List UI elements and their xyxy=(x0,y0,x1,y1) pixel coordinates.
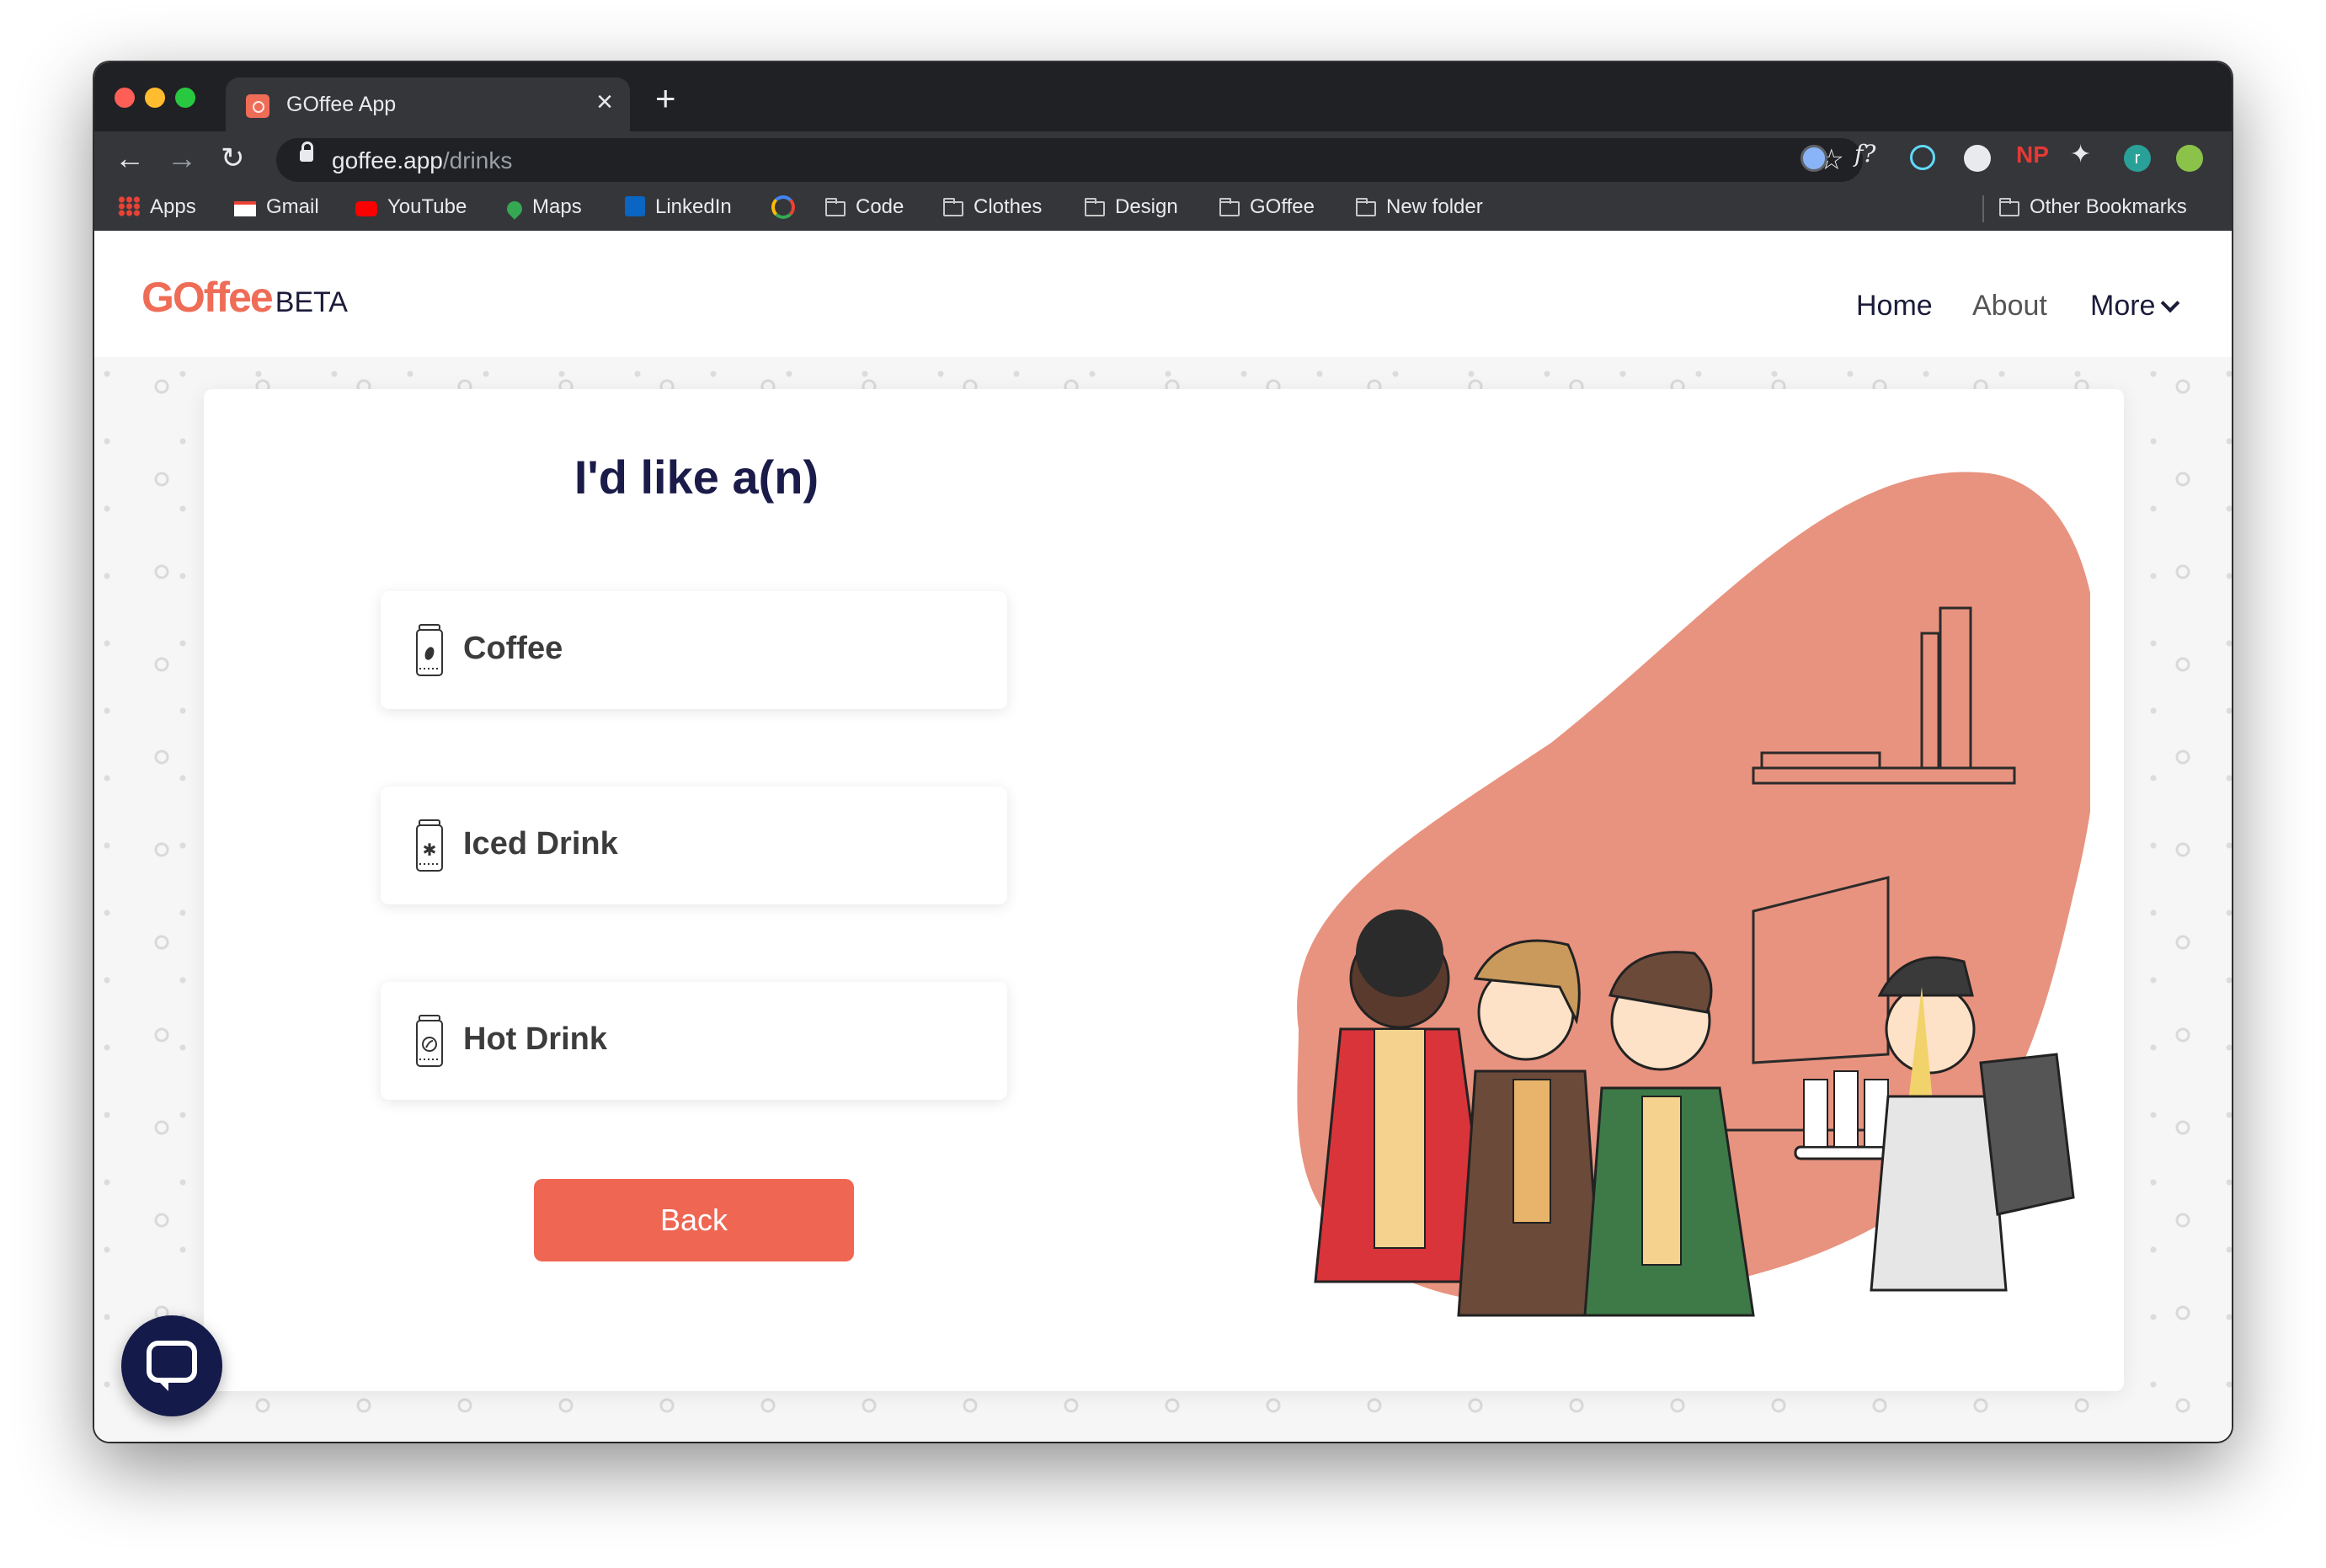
folder-icon xyxy=(943,198,963,216)
react-devtools-icon[interactable] xyxy=(1910,145,1935,170)
apps-grid-icon xyxy=(118,196,140,216)
person-2 xyxy=(1457,939,1603,1317)
option-hot-drink[interactable]: Hot Drink xyxy=(381,982,1007,1100)
option-label: Hot Drink xyxy=(463,1021,607,1057)
tab-bar: GOffee App × + xyxy=(94,62,2232,131)
browser-window: GOffee App × + ← → ↻ goffee.app/drinks ☆… xyxy=(94,62,2232,1442)
snowflake-jar-icon: ✱ xyxy=(416,819,443,872)
page-title: I'd like a(n) xyxy=(573,451,819,504)
maps-pin-icon xyxy=(504,198,525,220)
option-coffee[interactable]: Coffee xyxy=(381,591,1007,709)
bookmark-new-folder[interactable]: New folder xyxy=(1356,195,1483,219)
linkedin-icon xyxy=(625,196,645,216)
nav-home[interactable]: Home xyxy=(1856,290,1933,323)
extension-icon[interactable] xyxy=(1801,145,1827,172)
leaf-jar-icon xyxy=(416,1015,443,1067)
folder-icon xyxy=(1999,198,2019,216)
puzzle-extensions-icon[interactable]: ✦ xyxy=(2070,140,2097,168)
bookmark-code[interactable]: Code xyxy=(825,195,904,219)
option-label: Coffee xyxy=(463,631,563,666)
nav-more[interactable]: More xyxy=(2090,290,2180,323)
address-bar[interactable]: goffee.app/drinks ☆ xyxy=(276,138,1863,182)
goffee-logo[interactable]: GOffee BETA xyxy=(141,273,348,322)
update-icon[interactable] xyxy=(2176,145,2203,172)
bookmark-youtube[interactable]: YouTube xyxy=(355,195,467,219)
page-viewport: GOffee BETA Home About More I'd like a(n)… xyxy=(94,231,2232,1442)
chevron-down-icon xyxy=(2161,293,2180,313)
chat-bubble-tail xyxy=(157,1379,168,1391)
back-arrow-icon[interactable]: ← xyxy=(115,140,145,177)
bookmark-maps[interactable]: Maps xyxy=(504,195,582,220)
site-header: GOffee BETA Home About More xyxy=(94,231,2232,357)
other-bookmarks[interactable]: Other Bookmarks xyxy=(1999,195,2187,219)
nav-about[interactable]: About xyxy=(1972,290,2047,323)
dark-mode-icon[interactable] xyxy=(1964,145,1991,172)
bookmark-linkedin[interactable]: LinkedIn xyxy=(625,195,732,219)
youtube-icon xyxy=(355,201,377,216)
folder-icon xyxy=(1356,198,1376,216)
bookmark-google[interactable] xyxy=(771,195,805,221)
bookmark-separator xyxy=(1982,195,1984,222)
folder-icon xyxy=(825,198,846,216)
formula-extension-icon[interactable]: f? xyxy=(1854,140,1881,168)
coffee-tray xyxy=(1794,1070,1898,1160)
profile-avatar[interactable]: r xyxy=(2124,145,2151,172)
drink-selection-card: I'd like a(n) Coffee ✱ Iced Drink Hot Dr… xyxy=(204,389,2124,1391)
chat-support-button[interactable] xyxy=(121,1315,222,1416)
close-window-button[interactable] xyxy=(115,88,135,108)
browser-toolbar: ← → ↻ goffee.app/drinks ☆ f? NP ✦ r xyxy=(94,131,2232,187)
minimize-window-button[interactable] xyxy=(145,88,165,108)
tab-close-icon[interactable]: × xyxy=(596,88,613,116)
bookmark-goffee[interactable]: GOffee xyxy=(1219,195,1315,219)
people-holding-coffee-illustration xyxy=(1297,472,2090,1317)
folder-icon xyxy=(1219,198,1240,216)
option-iced-drink[interactable]: ✱ Iced Drink xyxy=(381,787,1007,904)
option-label: Iced Drink xyxy=(463,826,618,861)
coffee-bean-jar-icon xyxy=(416,624,443,676)
gmail-icon xyxy=(234,201,256,216)
bookmark-apps[interactable]: Apps xyxy=(118,195,196,219)
reload-icon[interactable]: ↻ xyxy=(221,140,245,177)
np-extension-icon[interactable]: NP xyxy=(2016,141,2049,168)
forward-arrow-icon[interactable]: → xyxy=(167,140,197,177)
chat-bubble-icon xyxy=(147,1341,197,1383)
bookmark-gmail[interactable]: Gmail xyxy=(234,195,319,219)
bookmarks-bar: Apps Gmail YouTube Maps LinkedIn Code Cl… xyxy=(94,187,2232,232)
svg-text:✱: ✱ xyxy=(423,840,437,860)
google-icon xyxy=(771,195,795,219)
url-text: goffee.app/drinks xyxy=(332,147,513,173)
new-tab-button[interactable]: + xyxy=(655,81,676,116)
bookmark-design[interactable]: Design xyxy=(1085,195,1178,219)
tab-title: GOffee App xyxy=(286,93,397,116)
bookmark-clothes[interactable]: Clothes xyxy=(943,195,1042,219)
lock-icon xyxy=(300,141,313,162)
goffee-favicon-icon xyxy=(246,94,269,118)
browser-tab[interactable]: GOffee App × xyxy=(226,77,630,131)
maximize-window-button[interactable] xyxy=(175,88,195,108)
back-button[interactable]: Back xyxy=(534,1179,854,1261)
folder-icon xyxy=(1085,198,1105,216)
